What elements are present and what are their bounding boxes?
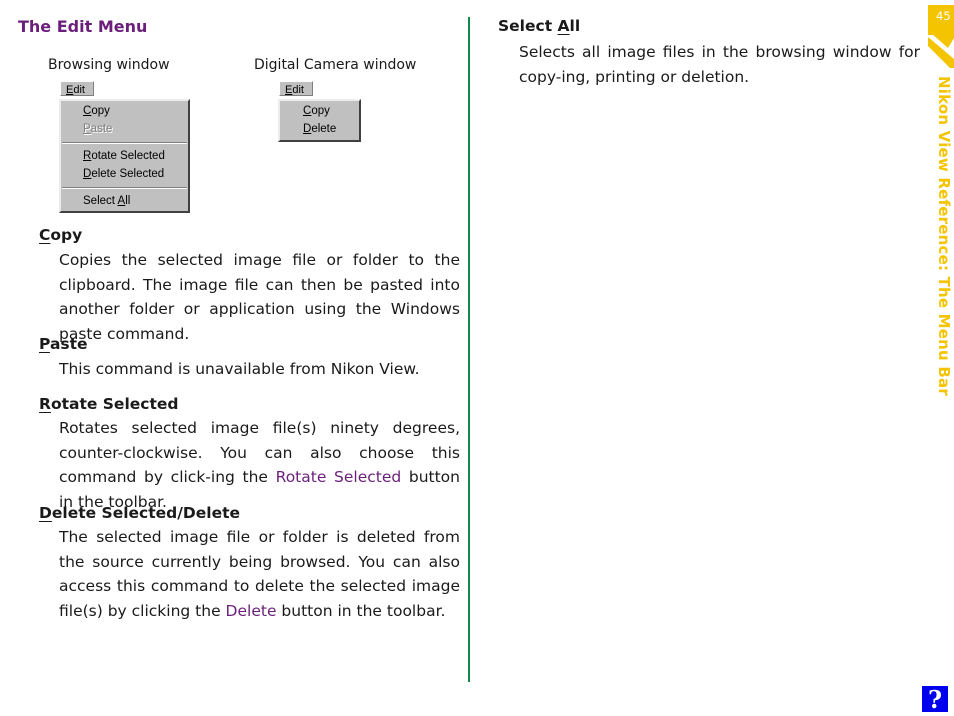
label-rest: dit [73, 84, 85, 96]
rotate-selected-link[interactable]: Rotate Selected [276, 468, 402, 486]
body-text: button in the toolbar. [276, 602, 446, 621]
entry-body-select-all: Selects all image files in the browsing … [519, 43, 920, 86]
browsing-edit-menu-title[interactable]: Edit [60, 81, 94, 96]
menu-item-paste: Paste [61, 121, 188, 139]
entry-heading-copy: Copy [39, 226, 82, 244]
heading-rest: ll [569, 17, 581, 35]
label-rest: ll [125, 195, 131, 207]
browsing-edit-menu: Copy Paste Rotate Selected Delete Select… [59, 99, 190, 213]
camera-window-caption: Digital Camera window [254, 57, 417, 73]
menu-item-rotate-selected[interactable]: Rotate Selected [61, 148, 188, 166]
column-divider [468, 17, 470, 682]
heading-rest: otate Selected [50, 395, 179, 413]
entry-heading-delete: Delete Selected/Delete [39, 504, 240, 522]
label-rest: elete [311, 122, 337, 135]
delete-link[interactable]: Delete [226, 602, 277, 620]
page-number: 45 [936, 9, 951, 23]
help-button[interactable]: ? [922, 686, 948, 713]
entry-heading-select-all: Select All [498, 17, 580, 35]
mnemonic: C [39, 226, 51, 244]
menu-item-copy[interactable]: Copy [280, 103, 359, 121]
mnemonic: R [39, 395, 51, 413]
heading-prefix: Select [498, 17, 558, 35]
label-rest: elete Selected [91, 167, 165, 180]
entry-heading-rotate-selected: Rotate Selected [39, 395, 178, 413]
label-rest: opy [91, 105, 110, 117]
heading-rest: opy [50, 226, 83, 244]
camera-edit-menu: Copy Delete [278, 99, 361, 142]
menu-item-delete[interactable]: Delete [280, 121, 359, 139]
heading-rest: elete Selected/Delete [51, 504, 241, 522]
label-prefix: Select [83, 195, 118, 207]
entry-heading-paste: Paste [39, 335, 88, 353]
menu-separator [62, 142, 187, 144]
section-title: The Edit Menu [18, 17, 148, 36]
entry-body-rotate-selected: Rotates selected image file(s) ninety de… [59, 416, 460, 515]
entry-body-copy: Copies the selected image file or folder… [59, 251, 460, 344]
label-rest: dit [292, 84, 304, 96]
entry-body-paste: This command is unavailable from Nikon V… [59, 360, 420, 378]
mnemonic: P [39, 335, 50, 353]
mnemonic: D [39, 504, 52, 522]
menu-item-select-all[interactable]: Select All [61, 193, 188, 211]
menu-item-delete-selected[interactable]: Delete Selected [61, 166, 188, 184]
label-rest: opy [311, 105, 330, 117]
camera-edit-menu-title[interactable]: Edit [279, 81, 313, 96]
entry-body-delete: The selected image file or folder is del… [59, 525, 460, 624]
chapter-tab-slash [928, 34, 954, 68]
label-rest: aste [90, 122, 113, 135]
mnemonic: P [83, 122, 91, 135]
mnemonic: A [557, 17, 570, 35]
menu-item-copy[interactable]: Copy [61, 103, 188, 121]
label-rest: otate Selected [91, 150, 165, 162]
menu-separator [62, 187, 187, 189]
chapter-title-vertical: Nikon View Reference: The Menu Bar [935, 76, 953, 396]
heading-rest: aste [49, 335, 88, 353]
browsing-window-caption: Browsing window [48, 57, 170, 73]
